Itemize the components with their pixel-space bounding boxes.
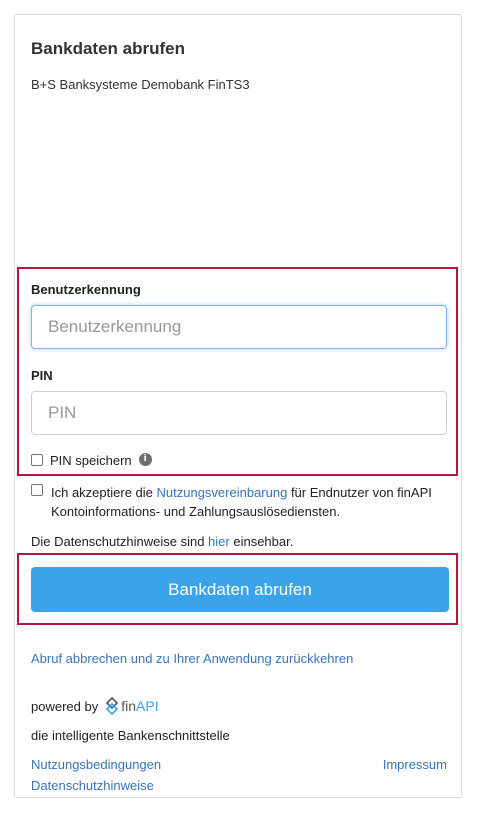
finapi-logo-text: finAPI [121,698,158,714]
privacy-suffix: einsehbar. [229,534,294,549]
pin-input[interactable] [31,391,447,435]
info-icon[interactable]: i [138,453,152,466]
pin-label: PIN [31,368,53,383]
save-pin-label[interactable]: PIN speichern [50,453,132,468]
privacy-here-link[interactable]: hier [208,534,230,549]
powered-by: powered by finAPI [31,697,159,715]
terms-agreement-link[interactable]: Nutzungsvereinbarung [157,485,288,500]
page-title: Bankdaten abrufen [31,39,185,58]
bank-name: B+S Banksysteme Demobank FinTS3 [31,77,250,92]
abort-link[interactable]: Abruf abbrechen und zu Ihrer Anwendung z… [31,651,353,666]
privacy-prefix: Die Datenschutzhinweise sind [31,534,209,549]
credentials-highlight-frame [17,267,458,476]
username-label: Benutzerkennung [31,282,141,297]
powered-by-label: powered by [31,698,99,714]
terms-prefix: Ich akzeptiere die [51,485,157,500]
footer-privacy-link[interactable]: Datenschutzhinweise [31,778,154,793]
bank-login-card: Bankdaten abrufen B+S Banksysteme Demoba… [14,14,462,798]
tagline: die intelligente Bankenschnittstelle [31,728,230,743]
terms-checkbox[interactable] [31,484,43,496]
footer-terms-link[interactable]: Nutzungsbedingungen [31,757,161,772]
logo-fin: fin [121,698,137,714]
footer-imprint-link[interactable]: Impressum [383,757,447,772]
username-input[interactable] [31,305,447,349]
terms-text: Ich akzeptiere die Nutzungsvereinbarung … [51,483,451,521]
save-pin-row: PIN speichern i [31,453,152,468]
finapi-logo-icon [106,697,119,715]
privacy-note: Die Datenschutzhinweise sind hier einseh… [31,534,293,549]
finapi-logo: finAPI [105,697,159,715]
save-pin-checkbox[interactable] [31,454,43,466]
fetch-bank-data-button[interactable]: Bankdaten abrufen [31,567,449,612]
logo-api: API [136,698,159,714]
